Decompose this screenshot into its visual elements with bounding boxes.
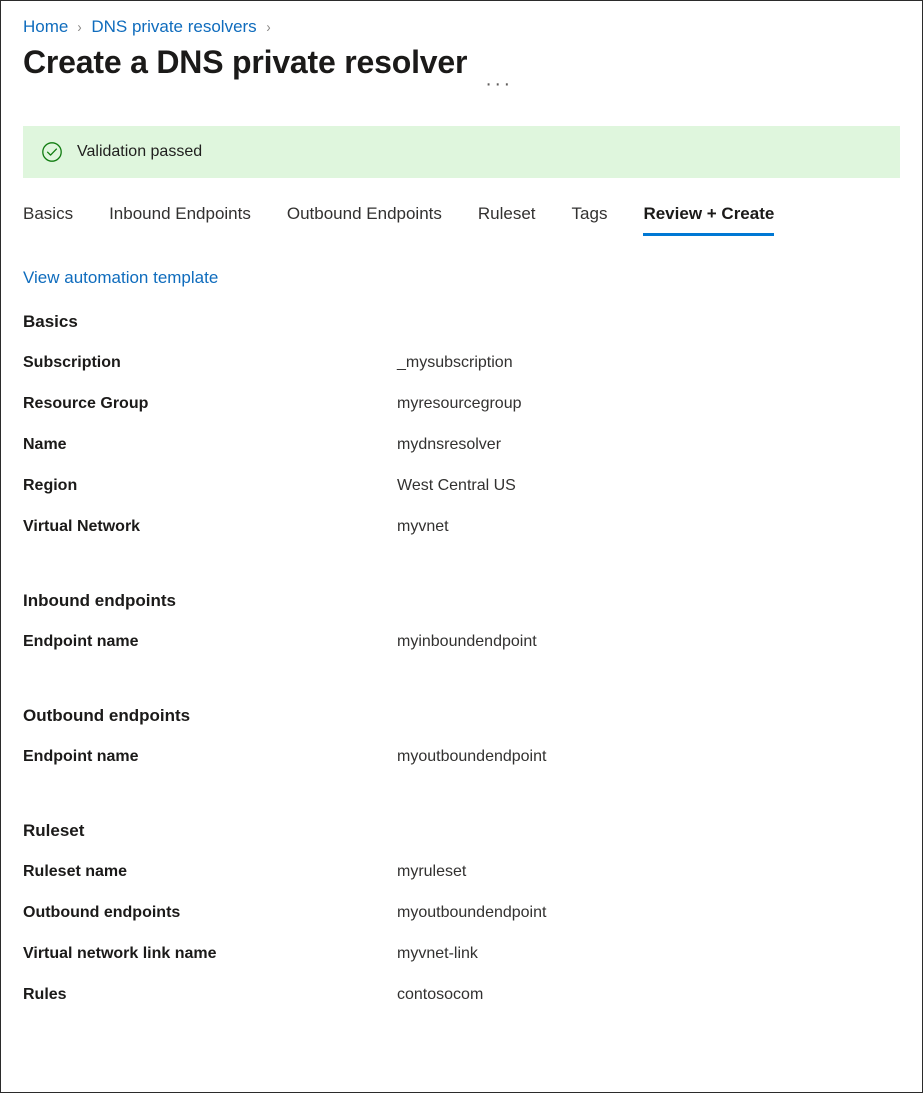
detail-label: Region [23,477,397,495]
section-heading: Basics [23,312,900,332]
detail-value: _mysubscription [397,354,513,372]
detail-row: Rules contosocom [23,986,900,1027]
breadcrumb: Home › DNS private resolvers › [23,1,900,43]
detail-value: mydnsresolver [397,436,501,454]
page-title: Create a DNS private resolver [23,46,467,78]
detail-value: West Central US [397,477,516,495]
detail-value: myinboundendpoint [397,633,537,651]
validation-banner: Validation passed [23,126,900,178]
detail-value: myresourcegroup [397,395,522,413]
detail-label: Endpoint name [23,748,397,766]
detail-label: Virtual network link name [23,945,397,963]
tab-basics[interactable]: Basics [23,204,73,236]
section-heading: Inbound endpoints [23,591,900,611]
section-outbound-endpoints: Outbound endpoints Endpoint name myoutbo… [23,706,900,789]
detail-value: myoutboundendpoint [397,748,546,766]
detail-row: Virtual Network myvnet [23,518,900,559]
detail-label: Rules [23,986,397,1004]
detail-label: Virtual Network [23,518,397,536]
detail-label: Ruleset name [23,863,397,881]
section-ruleset: Ruleset Ruleset name myruleset Outbound … [23,821,900,1027]
section-heading: Ruleset [23,821,900,841]
breadcrumb-item-dns-private-resolvers[interactable]: DNS private resolvers [91,17,256,37]
detail-value: myvnet-link [397,945,478,963]
more-options-icon[interactable]: ··· [485,74,512,94]
tab-tags[interactable]: Tags [572,204,608,236]
detail-label: Outbound endpoints [23,904,397,922]
detail-value: myoutboundendpoint [397,904,546,922]
check-circle-icon [41,141,63,163]
detail-row: Region West Central US [23,477,900,518]
detail-row: Subscription _mysubscription [23,354,900,395]
detail-label: Resource Group [23,395,397,413]
detail-row: Endpoint name myoutboundendpoint [23,748,900,789]
create-dns-private-resolver-page: Home › DNS private resolvers › Create a … [0,0,923,1093]
view-automation-template-link[interactable]: View automation template [23,268,218,288]
detail-row: Name mydnsresolver [23,436,900,477]
breadcrumb-item-home[interactable]: Home [23,17,68,37]
detail-value: contosocom [397,986,483,1004]
detail-row: Outbound endpoints myoutboundendpoint [23,904,900,945]
wizard-tabs: Basics Inbound Endpoints Outbound Endpoi… [23,180,900,236]
section-basics: Basics Subscription _mysubscription Reso… [23,312,900,559]
validation-status-text: Validation passed [77,143,202,161]
detail-value: myvnet [397,518,449,536]
chevron-right-icon: › [266,19,270,36]
detail-label: Subscription [23,354,397,372]
tab-outbound-endpoints[interactable]: Outbound Endpoints [287,204,442,236]
tab-inbound-endpoints[interactable]: Inbound Endpoints [109,204,251,236]
detail-row: Resource Group myresourcegroup [23,395,900,436]
chevron-right-icon: › [78,19,82,36]
detail-row: Endpoint name myinboundendpoint [23,633,900,674]
detail-value: myruleset [397,863,466,881]
title-row: Create a DNS private resolver ··· [23,53,900,99]
detail-row: Virtual network link name myvnet-link [23,945,900,986]
detail-label: Name [23,436,397,454]
tab-review-create[interactable]: Review + Create [643,204,774,236]
detail-label: Endpoint name [23,633,397,651]
detail-row: Ruleset name myruleset [23,863,900,904]
section-heading: Outbound endpoints [23,706,900,726]
tab-ruleset[interactable]: Ruleset [478,204,536,236]
section-inbound-endpoints: Inbound endpoints Endpoint name myinboun… [23,591,900,674]
